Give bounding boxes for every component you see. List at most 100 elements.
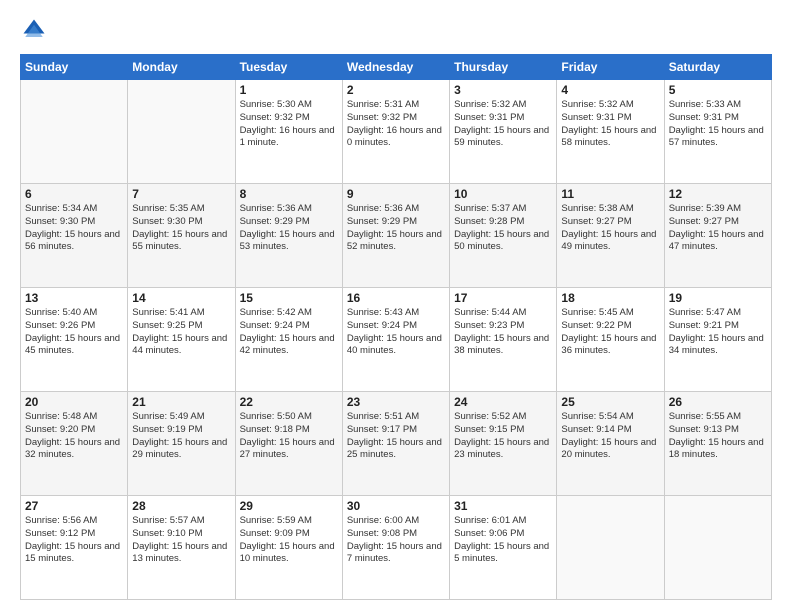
- calendar-cell: 2 Sunrise: 5:31 AM Sunset: 9:32 PM Daylig…: [342, 80, 449, 184]
- day-number: 13: [25, 291, 123, 305]
- day-info: Sunrise: 5:47 AM Sunset: 9:21 PM Dayligh…: [669, 307, 767, 358]
- calendar-cell: 12 Sunrise: 5:39 AM Sunset: 9:27 PM Dayli…: [664, 184, 771, 288]
- day-number: 14: [132, 291, 230, 305]
- day-number: 10: [454, 187, 552, 201]
- week-row-4: 20 Sunrise: 5:48 AM Sunset: 9:20 PM Dayli…: [21, 392, 772, 496]
- week-row-3: 13 Sunrise: 5:40 AM Sunset: 9:26 PM Dayli…: [21, 288, 772, 392]
- day-number: 15: [240, 291, 338, 305]
- weekday-header-thursday: Thursday: [450, 55, 557, 80]
- calendar-cell: 3Sunrise: 5:32 AM Sunset: 9:31 PM Daylig…: [450, 80, 557, 184]
- day-number: 20: [25, 395, 123, 409]
- day-info: Sunrise: 5:56 AM Sunset: 9:12 PM Dayligh…: [25, 515, 123, 566]
- calendar-cell: [128, 80, 235, 184]
- calendar-table: SundayMondayTuesdayWednesdayThursdayFrid…: [20, 54, 772, 600]
- day-number: 5: [669, 83, 767, 97]
- calendar-cell: [557, 496, 664, 600]
- day-info: Sunrise: 5:55 AM Sunset: 9:13 PM Dayligh…: [669, 411, 767, 462]
- day-number: 22: [240, 395, 338, 409]
- day-number: 2: [347, 83, 445, 97]
- day-number: 31: [454, 499, 552, 513]
- calendar-cell: [664, 496, 771, 600]
- calendar-cell: 6Sunrise: 5:34 AM Sunset: 9:30 PM Daylig…: [21, 184, 128, 288]
- calendar-cell: 29 Sunrise: 5:59 AM Sunset: 9:09 PM Dayli…: [235, 496, 342, 600]
- day-number: 9: [347, 187, 445, 201]
- day-info: Sunrise: 5:30 AM Sunset: 9:32 PM Dayligh…: [240, 99, 338, 150]
- calendar-cell: 15 Sunrise: 5:42 AM Sunset: 9:24 PM Dayli…: [235, 288, 342, 392]
- day-number: 19: [669, 291, 767, 305]
- calendar-cell: 4 Sunrise: 5:32 AM Sunset: 9:31 PM Daylig…: [557, 80, 664, 184]
- day-info: Sunrise: 5:31 AM Sunset: 9:32 PM Dayligh…: [347, 99, 445, 150]
- day-number: 29: [240, 499, 338, 513]
- day-number: 17: [454, 291, 552, 305]
- week-row-1: 1 Sunrise: 5:30 AM Sunset: 9:32 PM Daylig…: [21, 80, 772, 184]
- day-info: Sunrise: 5:44 AM Sunset: 9:23 PM Dayligh…: [454, 307, 552, 358]
- day-number: 7: [132, 187, 230, 201]
- calendar-cell: 1 Sunrise: 5:30 AM Sunset: 9:32 PM Daylig…: [235, 80, 342, 184]
- week-row-2: 6Sunrise: 5:34 AM Sunset: 9:30 PM Daylig…: [21, 184, 772, 288]
- calendar-cell: 10 Sunrise: 5:37 AM Sunset: 9:28 PM Dayli…: [450, 184, 557, 288]
- calendar-cell: 28Sunrise: 5:57 AM Sunset: 9:10 PM Dayli…: [128, 496, 235, 600]
- day-number: 4: [561, 83, 659, 97]
- calendar-cell: [21, 80, 128, 184]
- day-info: Sunrise: 5:43 AM Sunset: 9:24 PM Dayligh…: [347, 307, 445, 358]
- day-info: Sunrise: 5:32 AM Sunset: 9:31 PM Dayligh…: [561, 99, 659, 150]
- calendar-cell: 11 Sunrise: 5:38 AM Sunset: 9:27 PM Dayli…: [557, 184, 664, 288]
- day-info: Sunrise: 6:01 AM Sunset: 9:06 PM Dayligh…: [454, 515, 552, 566]
- day-info: Sunrise: 6:00 AM Sunset: 9:08 PM Dayligh…: [347, 515, 445, 566]
- day-number: 18: [561, 291, 659, 305]
- calendar-cell: 13 Sunrise: 5:40 AM Sunset: 9:26 PM Dayli…: [21, 288, 128, 392]
- logo: [20, 16, 52, 44]
- day-number: 27: [25, 499, 123, 513]
- calendar-cell: 18 Sunrise: 5:45 AM Sunset: 9:22 PM Dayli…: [557, 288, 664, 392]
- day-info: Sunrise: 5:38 AM Sunset: 9:27 PM Dayligh…: [561, 203, 659, 254]
- calendar-cell: 14 Sunrise: 5:41 AM Sunset: 9:25 PM Dayli…: [128, 288, 235, 392]
- day-number: 28: [132, 499, 230, 513]
- calendar-cell: 23 Sunrise: 5:51 AM Sunset: 9:17 PM Dayli…: [342, 392, 449, 496]
- day-info: Sunrise: 5:54 AM Sunset: 9:14 PM Dayligh…: [561, 411, 659, 462]
- day-info: Sunrise: 5:48 AM Sunset: 9:20 PM Dayligh…: [25, 411, 123, 462]
- day-number: 6: [25, 187, 123, 201]
- day-number: 12: [669, 187, 767, 201]
- calendar-cell: 5 Sunrise: 5:33 AM Sunset: 9:31 PM Daylig…: [664, 80, 771, 184]
- day-info: Sunrise: 5:33 AM Sunset: 9:31 PM Dayligh…: [669, 99, 767, 150]
- page: SundayMondayTuesdayWednesdayThursdayFrid…: [0, 0, 792, 612]
- day-number: 26: [669, 395, 767, 409]
- day-info: Sunrise: 5:41 AM Sunset: 9:25 PM Dayligh…: [132, 307, 230, 358]
- calendar-cell: 9 Sunrise: 5:36 AM Sunset: 9:29 PM Daylig…: [342, 184, 449, 288]
- day-info: Sunrise: 5:37 AM Sunset: 9:28 PM Dayligh…: [454, 203, 552, 254]
- day-number: 23: [347, 395, 445, 409]
- calendar-cell: 22 Sunrise: 5:50 AM Sunset: 9:18 PM Dayli…: [235, 392, 342, 496]
- weekday-header-tuesday: Tuesday: [235, 55, 342, 80]
- day-number: 1: [240, 83, 338, 97]
- day-info: Sunrise: 5:42 AM Sunset: 9:24 PM Dayligh…: [240, 307, 338, 358]
- calendar-cell: 7 Sunrise: 5:35 AM Sunset: 9:30 PM Daylig…: [128, 184, 235, 288]
- day-info: Sunrise: 5:32 AM Sunset: 9:31 PM Dayligh…: [454, 99, 552, 150]
- weekday-header-row: SundayMondayTuesdayWednesdayThursdayFrid…: [21, 55, 772, 80]
- day-info: Sunrise: 5:45 AM Sunset: 9:22 PM Dayligh…: [561, 307, 659, 358]
- weekday-header-monday: Monday: [128, 55, 235, 80]
- logo-icon: [20, 16, 48, 44]
- week-row-5: 27 Sunrise: 5:56 AM Sunset: 9:12 PM Dayli…: [21, 496, 772, 600]
- calendar-cell: 16Sunrise: 5:43 AM Sunset: 9:24 PM Dayli…: [342, 288, 449, 392]
- calendar-cell: 25 Sunrise: 5:54 AM Sunset: 9:14 PM Dayli…: [557, 392, 664, 496]
- header: [20, 16, 772, 44]
- weekday-header-saturday: Saturday: [664, 55, 771, 80]
- day-number: 8: [240, 187, 338, 201]
- day-info: Sunrise: 5:51 AM Sunset: 9:17 PM Dayligh…: [347, 411, 445, 462]
- day-info: Sunrise: 5:40 AM Sunset: 9:26 PM Dayligh…: [25, 307, 123, 358]
- day-info: Sunrise: 5:50 AM Sunset: 9:18 PM Dayligh…: [240, 411, 338, 462]
- day-info: Sunrise: 5:36 AM Sunset: 9:29 PM Dayligh…: [347, 203, 445, 254]
- calendar-cell: 17 Sunrise: 5:44 AM Sunset: 9:23 PM Dayli…: [450, 288, 557, 392]
- day-info: Sunrise: 5:35 AM Sunset: 9:30 PM Dayligh…: [132, 203, 230, 254]
- weekday-header-friday: Friday: [557, 55, 664, 80]
- day-number: 11: [561, 187, 659, 201]
- day-number: 24: [454, 395, 552, 409]
- calendar-cell: 26 Sunrise: 5:55 AM Sunset: 9:13 PM Dayli…: [664, 392, 771, 496]
- day-info: Sunrise: 5:59 AM Sunset: 9:09 PM Dayligh…: [240, 515, 338, 566]
- calendar-cell: 8Sunrise: 5:36 AM Sunset: 9:29 PM Daylig…: [235, 184, 342, 288]
- day-number: 21: [132, 395, 230, 409]
- calendar-cell: 24Sunrise: 5:52 AM Sunset: 9:15 PM Dayli…: [450, 392, 557, 496]
- weekday-header-wednesday: Wednesday: [342, 55, 449, 80]
- day-info: Sunrise: 5:39 AM Sunset: 9:27 PM Dayligh…: [669, 203, 767, 254]
- day-number: 25: [561, 395, 659, 409]
